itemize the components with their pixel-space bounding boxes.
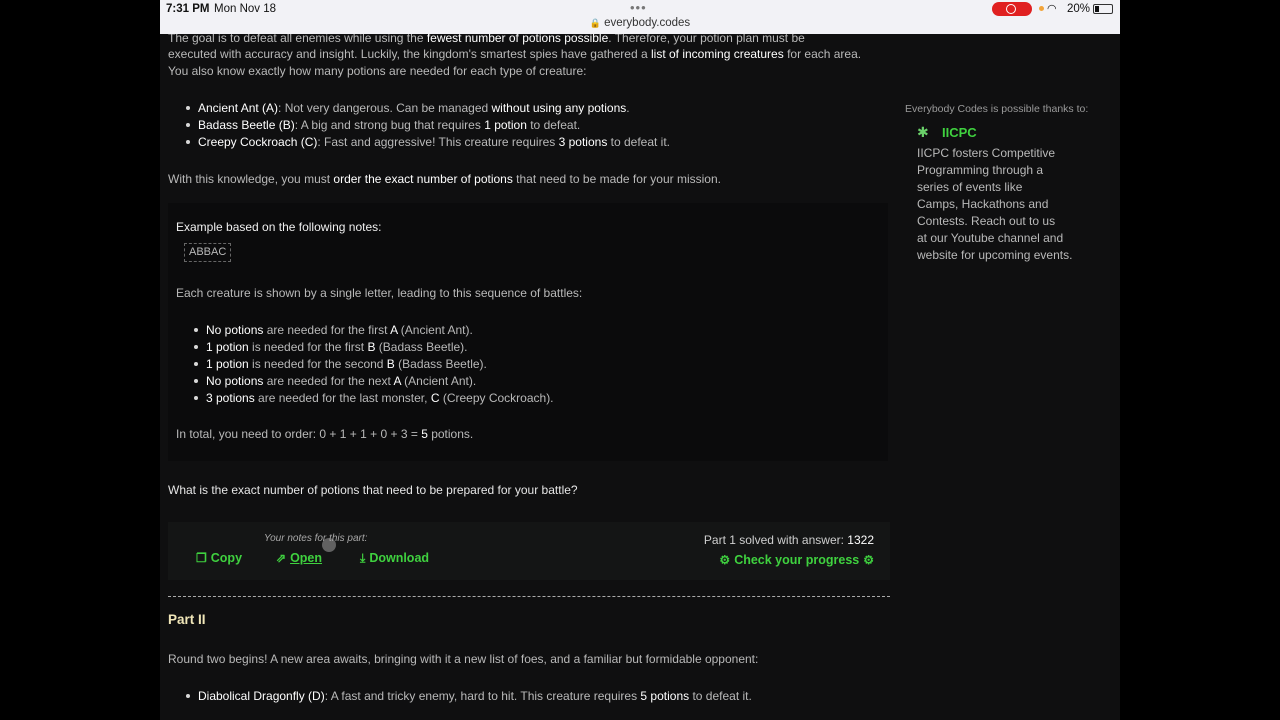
creature-cockroach: Creepy Cockroach (C): Fast and aggressiv…	[198, 135, 671, 149]
bullet	[186, 694, 190, 698]
gear-icon: ⚙	[863, 553, 874, 567]
sponsor-text-line: Camps, Hackathons and	[917, 197, 1049, 211]
creature-dragonfly: Diabolical Dragonfly (D): A fast and tri…	[198, 689, 752, 703]
example-step: No potions are needed for the first A (A…	[206, 323, 473, 337]
example-box: Example based on the following notes: AB…	[168, 203, 888, 461]
bullet	[194, 396, 198, 400]
sponsor-text-line: website for upcoming events.	[917, 248, 1073, 262]
sponsor-name-link[interactable]: IICPC	[942, 125, 977, 140]
example-step: 1 potion is needed for the second B (Bad…	[206, 357, 487, 371]
example-step: 1 potion is needed for the first B (Bada…	[206, 340, 468, 354]
creature-list-link[interactable]: list of incoming creatures	[651, 47, 784, 61]
example-title: Example based on the following notes:	[176, 220, 382, 234]
bullet	[186, 140, 190, 144]
multitask-dots-icon[interactable]: •••	[630, 0, 647, 15]
sponsor-text-line: series of events like	[917, 180, 1023, 194]
copy-button[interactable]: ❐ Copy	[196, 551, 242, 565]
sponsor-text-line: Contests. Reach out to us	[917, 214, 1056, 228]
example-step: 3 potions are needed for the last monste…	[206, 391, 554, 405]
copy-icon: ❐	[196, 551, 207, 565]
open-button[interactable]: ⇗ Open	[276, 551, 322, 565]
example-step: No potions are needed for the next A (An…	[206, 374, 477, 388]
sponsor-header: Everybody Codes is possible thanks to:	[905, 103, 1089, 115]
address-bar[interactable]: 🔒 everybody.codes	[160, 17, 1120, 29]
status-time: 7:31 PM	[166, 3, 210, 15]
bullet	[194, 345, 198, 349]
lock-icon: 🔒	[589, 18, 602, 28]
creature-ant: Ancient Ant (A): Not very dangerous. Can…	[198, 101, 630, 115]
section-divider	[168, 596, 890, 597]
intro-line-3: You also know exactly how many potions a…	[168, 64, 587, 78]
bullet	[194, 379, 198, 383]
download-button[interactable]: ⤓ Download	[360, 551, 429, 566]
example-notes-code: ABBAC	[184, 243, 232, 262]
sponsor-text-line: Programming through a	[917, 163, 1044, 177]
bullet	[186, 106, 190, 110]
intro-line-2: executed with accuracy and insight. Luck…	[168, 47, 862, 61]
battery-icon	[1093, 4, 1113, 14]
status-date: Mon Nov 18	[214, 3, 277, 15]
check-progress-button[interactable]: ⚙ Check your progress ⚙	[719, 553, 874, 567]
bullet	[194, 328, 198, 332]
creature-beetle: Badass Beetle (B): A big and strong bug …	[198, 118, 581, 132]
sponsor-text-line: IICPC fosters Competitive	[917, 146, 1056, 160]
browser-screen: 7:31 PM Mon Nov 18 ••• 🔒 everybody.codes …	[160, 0, 1120, 720]
question: What is the exact number of potions that…	[168, 483, 578, 497]
part1-answer-box: Your notes for this part: ❐ Copy ⇗ Open ⤓ D…	[168, 522, 890, 580]
part2-intro: Round two begins! A new area awaits, bri…	[168, 652, 759, 666]
part2-heading: Part II	[168, 612, 206, 627]
bullet	[186, 123, 190, 127]
answer-status: Part 1 solved with answer: 1322	[703, 533, 874, 547]
sponsor-text-line: at our Youtube channel and	[917, 231, 1064, 245]
example-description: Each creature is shown by a single lette…	[176, 286, 583, 300]
gear-icon: ⚙	[719, 553, 731, 567]
battery-percent: 20%	[1067, 3, 1091, 15]
notes-label: Your notes for this part:	[264, 533, 368, 544]
iicpc-logo-icon: ✱	[917, 124, 929, 140]
touch-cursor	[322, 538, 336, 552]
status-bar: 7:31 PM Mon Nov 18 ••• 🔒 everybody.codes …	[160, 0, 1120, 34]
bullet	[194, 362, 198, 366]
external-link-icon: ⇗	[276, 551, 287, 565]
knowledge-line: With this knowledge, you must order the …	[168, 172, 721, 186]
address-url: everybody.codes	[604, 17, 691, 29]
mic-indicator-icon	[1039, 6, 1044, 11]
wifi-icon: ◠	[1047, 3, 1057, 15]
example-total: In total, you need to order: 0 + 1 + 1 +…	[176, 427, 474, 441]
screen-record-icon[interactable]	[992, 2, 1032, 16]
download-icon: ⤓	[360, 551, 366, 565]
